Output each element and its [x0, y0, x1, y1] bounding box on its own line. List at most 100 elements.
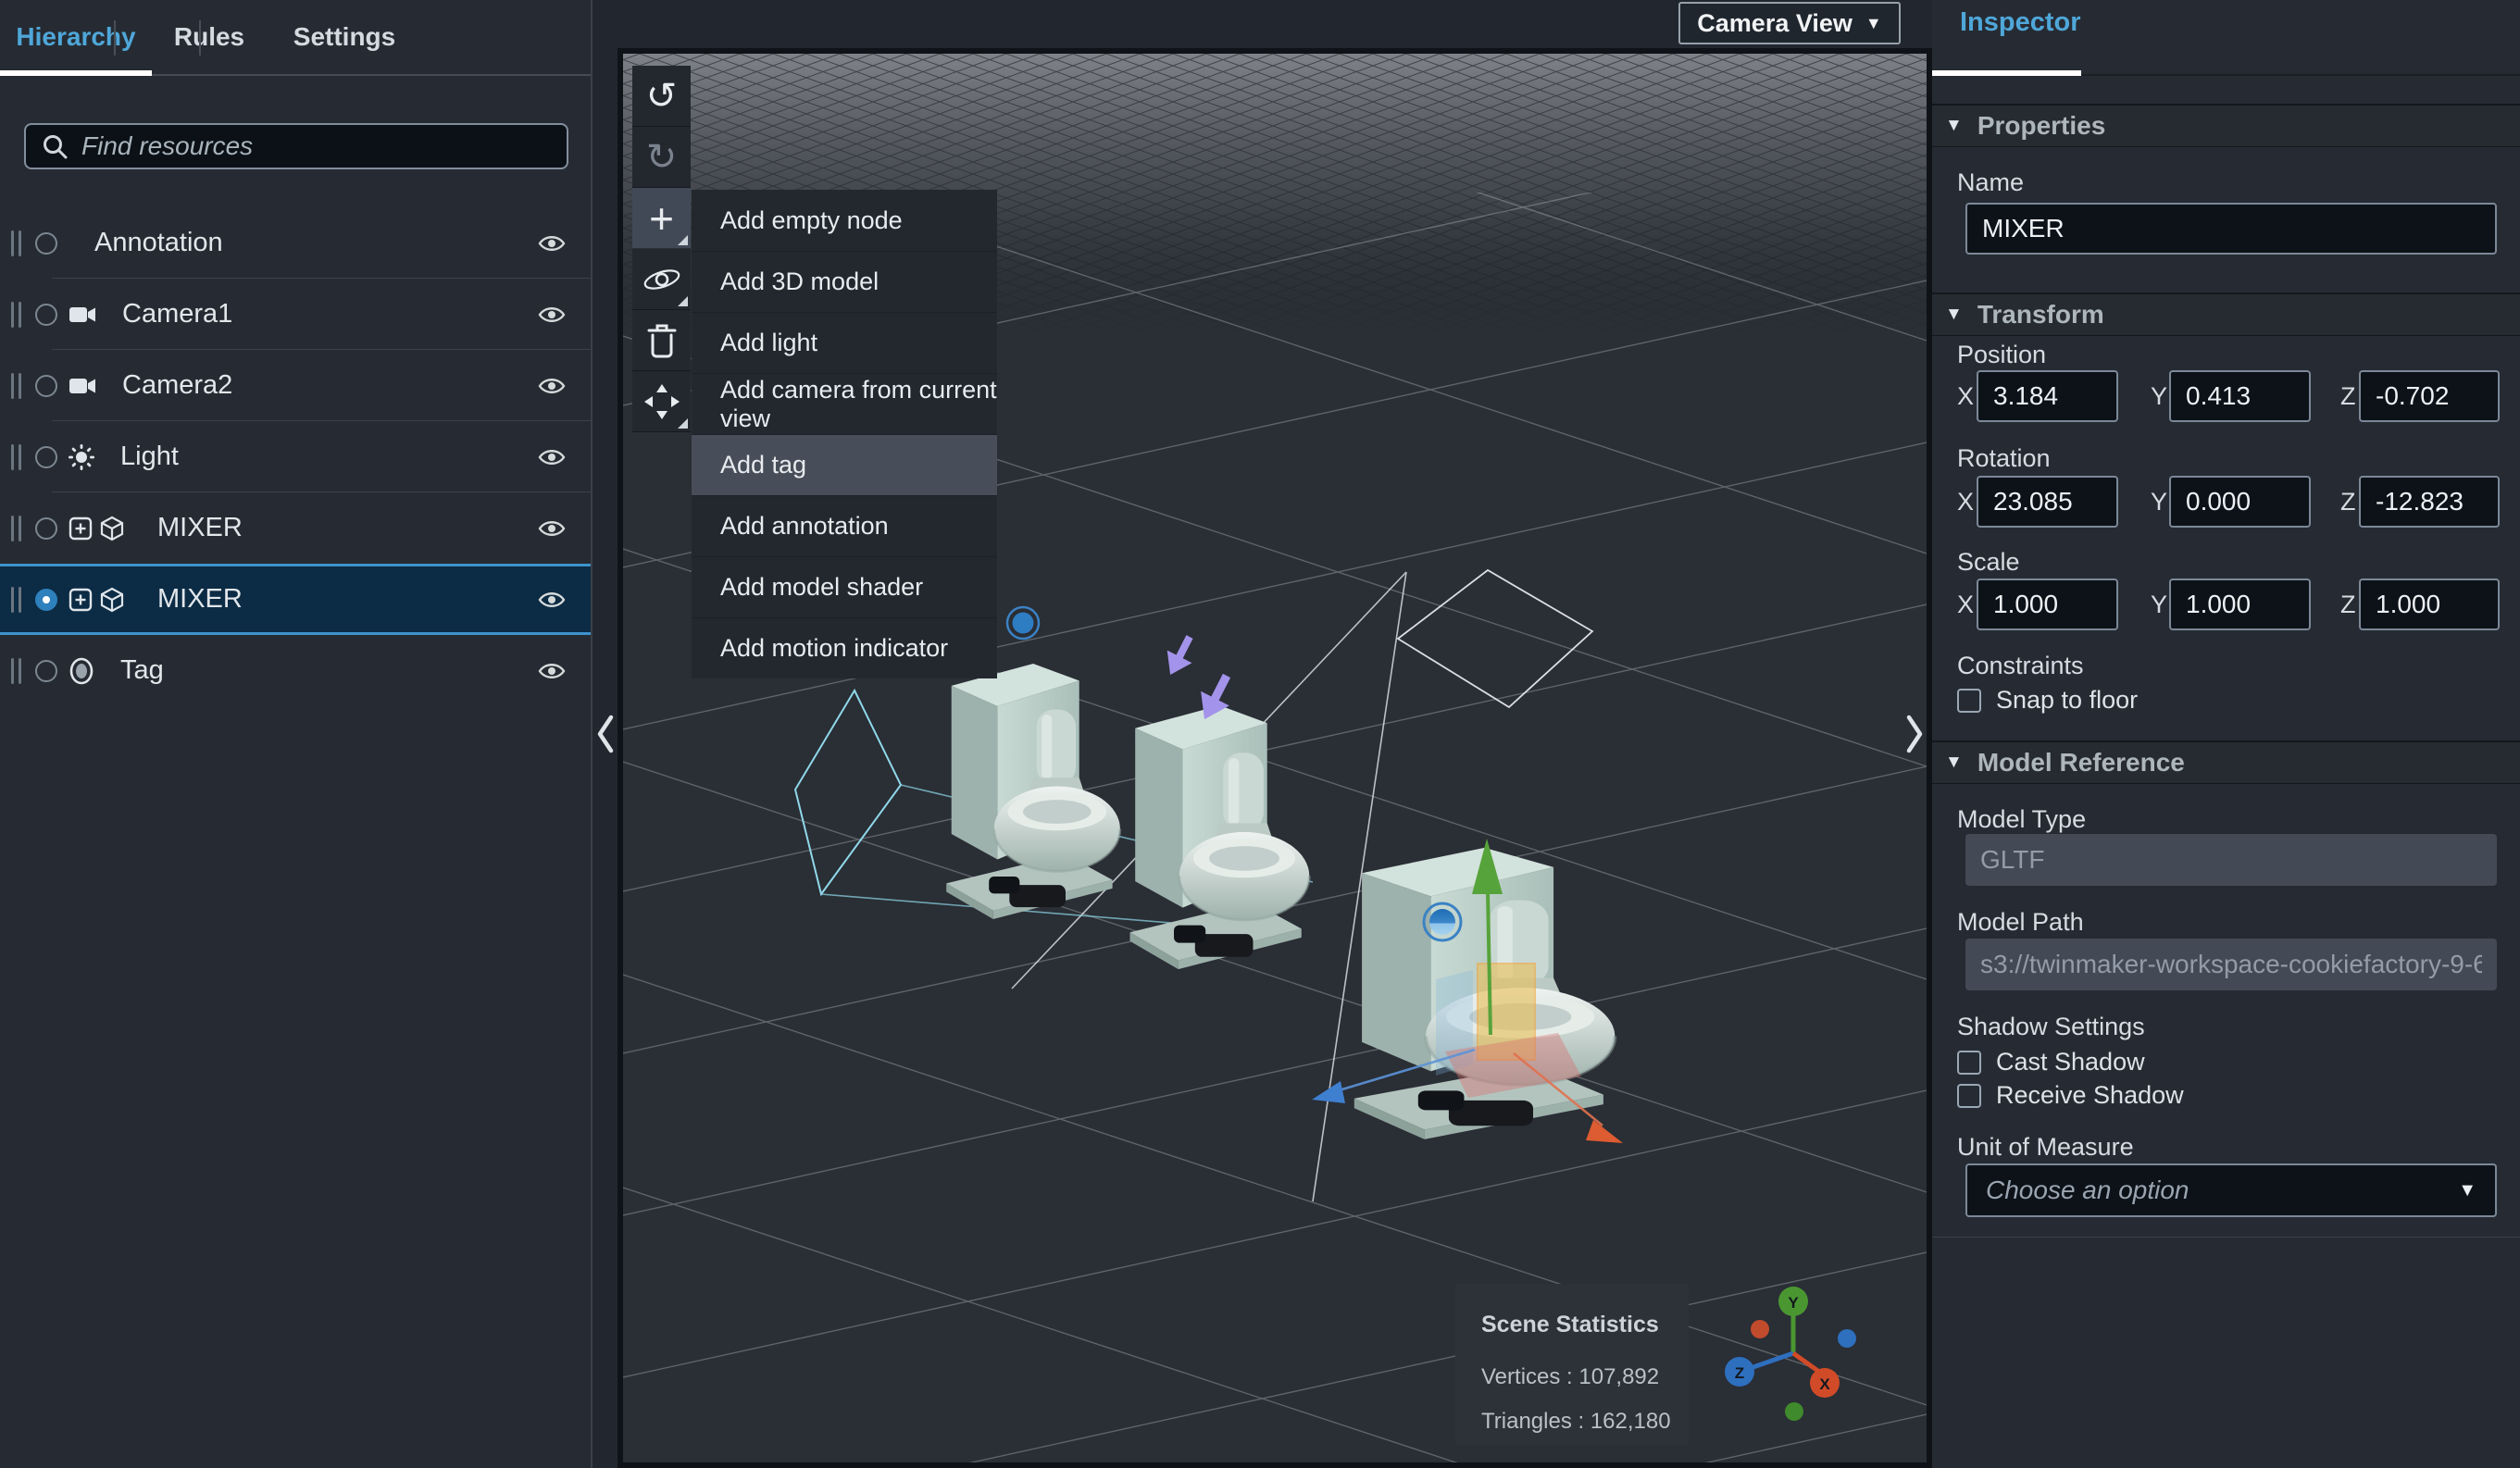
drag-handle-icon[interactable] [11, 372, 21, 399]
add-object-button[interactable]: + [632, 188, 691, 249]
visibility-eye-icon[interactable] [537, 375, 567, 397]
constraints-label: Constraints [1957, 652, 2084, 679]
tag-marker-2[interactable] [1422, 902, 1463, 942]
select-placeholder: Choose an option [1986, 1176, 2189, 1204]
rotation-y-field[interactable] [2169, 476, 2311, 528]
tree-row-tag[interactable]: Tag [0, 635, 591, 706]
cast-shadow-checkbox-row[interactable]: Cast Shadow [1957, 1048, 2145, 1076]
position-z-field[interactable] [2359, 370, 2500, 422]
menu-item-add-motion-indicator[interactable]: Add motion indicator [692, 617, 997, 678]
visibility-eye-icon[interactable] [537, 517, 567, 540]
tree-row-light[interactable]: Light [0, 420, 591, 492]
tree-row-mixer-1[interactable]: MIXER [0, 491, 591, 564]
select-radio-checked[interactable] [35, 588, 57, 611]
visibility-eye-icon[interactable] [537, 660, 567, 682]
viewport-frame: Y Z X ↺ ↻ + Add empty node Add 3D model … [618, 48, 1932, 1468]
submenu-corner-indicator [678, 296, 688, 306]
menu-item-add-empty-node[interactable]: Add empty node [692, 190, 997, 251]
section-divider [1932, 1237, 2520, 1238]
tab-settings[interactable]: Settings [267, 0, 422, 74]
name-field[interactable] [1965, 203, 2497, 255]
section-header-properties[interactable]: ▼ Properties [1932, 104, 2520, 147]
menu-item-add-light[interactable]: Add light [692, 312, 997, 373]
menu-item-add-camera-from-current-view[interactable]: Add camera from current view [692, 373, 997, 434]
scale-x-axis-label: X [1957, 591, 1975, 618]
drag-handle-icon[interactable] [11, 657, 21, 684]
section-header-model-reference[interactable]: ▼ Model Reference [1932, 740, 2520, 784]
video-camera-icon [69, 305, 96, 325]
chevron-down-icon: ▼ [1945, 116, 1963, 135]
axis-label-y: Y [1788, 1294, 1799, 1312]
redo-button[interactable]: ↻ [632, 127, 691, 188]
menu-item-add-tag[interactable]: Add tag [692, 434, 997, 495]
menu-item-add-model-shader[interactable]: Add model shader [692, 556, 997, 617]
tree-row-mixer-2-selected[interactable]: MIXER [0, 564, 591, 635]
drag-handle-icon[interactable] [11, 301, 21, 328]
scale-z-field[interactable] [2359, 578, 2500, 630]
delete-button[interactable] [632, 310, 691, 371]
tree-row-annotation[interactable]: Annotation [0, 207, 591, 279]
axis-ball-minus-y[interactable] [1785, 1402, 1803, 1421]
rotate-mode-button[interactable] [632, 249, 691, 310]
position-x-field[interactable] [1977, 370, 2118, 422]
drag-handle-icon[interactable] [11, 443, 21, 470]
tab-inspector[interactable]: Inspector [1960, 7, 2081, 38]
model-path-field [1965, 939, 2497, 990]
resource-search[interactable] [24, 123, 568, 169]
tab-separator [114, 20, 116, 56]
rotation-z-field[interactable] [2359, 476, 2500, 528]
scale-x-field[interactable] [1977, 578, 2118, 630]
camera-view-dropdown[interactable]: Camera View ▼ [1678, 2, 1901, 44]
axis-ball-minus-x[interactable] [1751, 1320, 1769, 1338]
visibility-eye-icon[interactable] [537, 232, 567, 255]
model-path-label: Model Path [1957, 908, 2084, 936]
snap-to-floor-checkbox[interactable] [1957, 688, 1981, 713]
undo-icon: ↺ [645, 75, 678, 117]
name-label: Name [1957, 168, 2025, 196]
submenu-corner-indicator [678, 418, 688, 429]
rotation-x-field[interactable] [1977, 476, 2118, 528]
menu-item-add-3d-model[interactable]: Add 3D model [692, 251, 997, 312]
scale-y-field[interactable] [2169, 578, 2311, 630]
axis-ball-minus-z[interactable] [1838, 1329, 1856, 1348]
tree-row-camera2[interactable]: Camera2 [0, 349, 591, 421]
section-title: Transform [1977, 300, 2104, 329]
visibility-eye-icon[interactable] [537, 589, 567, 611]
trash-icon [647, 324, 676, 357]
section-header-transform[interactable]: ▼ Transform [1932, 292, 2520, 336]
cast-shadow-checkbox[interactable] [1957, 1050, 1981, 1075]
menu-item-add-annotation[interactable]: Add annotation [692, 495, 997, 556]
select-radio[interactable] [35, 303, 57, 326]
search-input[interactable] [81, 131, 552, 161]
select-radio[interactable] [35, 374, 57, 397]
receive-shadow-checkbox-row[interactable]: Receive Shadow [1957, 1081, 2184, 1110]
chevron-down-icon: ▼ [2458, 1179, 2476, 1201]
receive-shadow-checkbox[interactable] [1957, 1083, 1981, 1108]
collapse-left-panel-chevron-icon[interactable] [596, 713, 617, 760]
rotation-label: Rotation [1957, 444, 2051, 472]
position-y-field[interactable] [2169, 370, 2311, 422]
undo-button[interactable]: ↺ [632, 66, 691, 127]
collapse-right-panel-chevron-icon[interactable] [1903, 713, 1924, 760]
drag-handle-icon[interactable] [11, 586, 21, 613]
select-radio[interactable] [35, 516, 57, 540]
axis-label-z: Z [1735, 1364, 1744, 1382]
snap-to-floor-checkbox-row[interactable]: Snap to floor [1957, 686, 2138, 715]
tab-hierarchy[interactable]: Hierarchy [0, 0, 152, 74]
tab-rules[interactable]: Rules [152, 0, 267, 74]
move-mode-button[interactable] [632, 371, 691, 432]
snap-to-floor-label: Snap to floor [1996, 686, 2139, 714]
tree-row-camera1[interactable]: Camera1 [0, 278, 591, 350]
select-radio[interactable] [35, 231, 57, 255]
scene-statistics-panel: Scene Statistics Vertices : 107,892 Tria… [1455, 1284, 1689, 1445]
tree-row-label: MIXER [157, 513, 243, 542]
shadow-settings-label: Shadow Settings [1957, 1013, 2145, 1040]
visibility-eye-icon[interactable] [537, 304, 567, 326]
drag-handle-icon[interactable] [11, 230, 21, 256]
orbit-icon [643, 268, 680, 290]
unit-of-measure-select[interactable]: Choose an option ▼ [1965, 1163, 2497, 1217]
drag-handle-icon[interactable] [11, 515, 21, 541]
select-radio[interactable] [35, 659, 57, 682]
select-radio[interactable] [35, 445, 57, 468]
visibility-eye-icon[interactable] [537, 446, 567, 468]
